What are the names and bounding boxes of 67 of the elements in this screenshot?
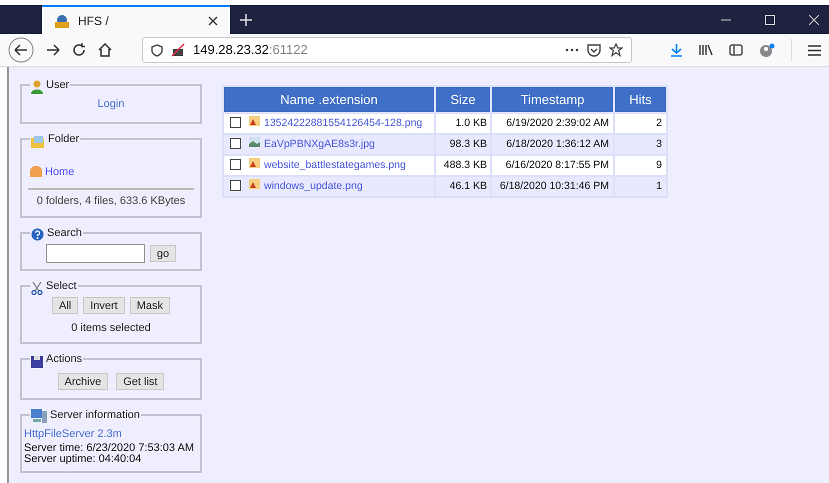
computer-icon xyxy=(31,409,47,423)
column-header[interactable]: Size xyxy=(436,87,490,112)
scissors-icon xyxy=(31,282,43,294)
panel-title: Folder xyxy=(48,132,80,147)
star-icon[interactable] xyxy=(609,43,623,57)
checkbox[interactable] xyxy=(230,159,241,170)
panel-title: Server information xyxy=(50,408,140,422)
home-icon[interactable] xyxy=(98,43,112,57)
button[interactable]: Mask xyxy=(130,296,170,314)
menu-icon[interactable] xyxy=(808,44,821,56)
table-cell: 9 xyxy=(615,156,666,175)
table-cell: 46.1 KB xyxy=(436,177,490,196)
close-icon[interactable] xyxy=(208,16,218,26)
url-text: 149.28.23.32:61122 xyxy=(193,41,309,60)
forward-icon[interactable] xyxy=(46,43,60,57)
checkbox[interactable] xyxy=(230,180,241,192)
column-header[interactable]: Name .extension xyxy=(224,87,434,112)
person-icon xyxy=(31,80,43,94)
folder-stats: 0 folders, 4 files, 633.6 KBytes xyxy=(36,195,186,207)
checkbox[interactable] xyxy=(230,138,241,150)
table-cell: 6/19/2020 2:39:02 AM xyxy=(492,114,613,133)
back-icon[interactable] xyxy=(8,37,34,63)
search-field[interactable] xyxy=(46,244,145,263)
server-info-text: Server time: 6/23/2020 7:53:03 AM xyxy=(24,442,194,454)
login-link[interactable]: Login xyxy=(98,98,124,110)
button[interactable]: Get list xyxy=(116,372,164,390)
selection-status: 0 items selected xyxy=(71,322,151,334)
home-link[interactable]: Home xyxy=(45,164,74,180)
pocket-icon[interactable] xyxy=(587,44,601,56)
table-cell: 6/18/2020 1:36:12 AM xyxy=(492,135,613,154)
button[interactable]: go xyxy=(150,245,176,262)
button[interactable]: Invert xyxy=(83,296,125,314)
tab-title: HFS / xyxy=(78,12,110,30)
table-cell: 98.3 KB xyxy=(436,135,490,154)
folder-icon xyxy=(31,136,45,148)
more-icon[interactable] xyxy=(565,48,579,52)
column-header[interactable]: Hits xyxy=(615,87,666,112)
help-icon xyxy=(31,228,44,241)
panel-title: Actions xyxy=(46,352,82,367)
table-cell: 488.3 KB xyxy=(436,156,490,175)
hfs-logo-icon xyxy=(54,14,70,28)
checkbox[interactable] xyxy=(230,117,241,128)
library-icon[interactable] xyxy=(699,44,713,56)
account-icon[interactable] xyxy=(759,42,775,58)
table-cell: 1 xyxy=(615,177,666,196)
panel-title: Search xyxy=(47,226,82,240)
maximize-icon[interactable] xyxy=(765,14,775,24)
table-cell: 6/18/2020 10:31:46 PM xyxy=(492,177,613,196)
reload-icon[interactable] xyxy=(72,43,86,57)
address-bar[interactable]: 149.28.23.32:61122 xyxy=(142,37,632,63)
table-cell: 6/16/2020 8:17:55 PM xyxy=(492,156,613,175)
button[interactable]: Archive xyxy=(58,372,108,390)
table-cell: 1.0 KB xyxy=(436,114,490,133)
shield-icon[interactable] xyxy=(151,44,163,56)
button[interactable]: All xyxy=(52,296,78,314)
new-tab-icon[interactable] xyxy=(239,12,253,26)
sidebar-icon[interactable] xyxy=(729,44,743,56)
insecure-lock-icon[interactable] xyxy=(171,43,185,57)
server-version-link[interactable]: HttpFileServer 2.3m xyxy=(24,426,194,442)
column-header[interactable]: Timestamp xyxy=(492,87,613,112)
panel-title: User xyxy=(46,78,70,93)
panel-title: Select xyxy=(46,279,77,294)
table-cell: 2 xyxy=(615,114,666,133)
browser-tab[interactable]: HFS / xyxy=(42,5,230,34)
download-icon[interactable] xyxy=(670,43,683,57)
table-cell: 3 xyxy=(615,135,666,154)
server-info-text: Server uptime: 04:40:04 xyxy=(24,454,142,464)
